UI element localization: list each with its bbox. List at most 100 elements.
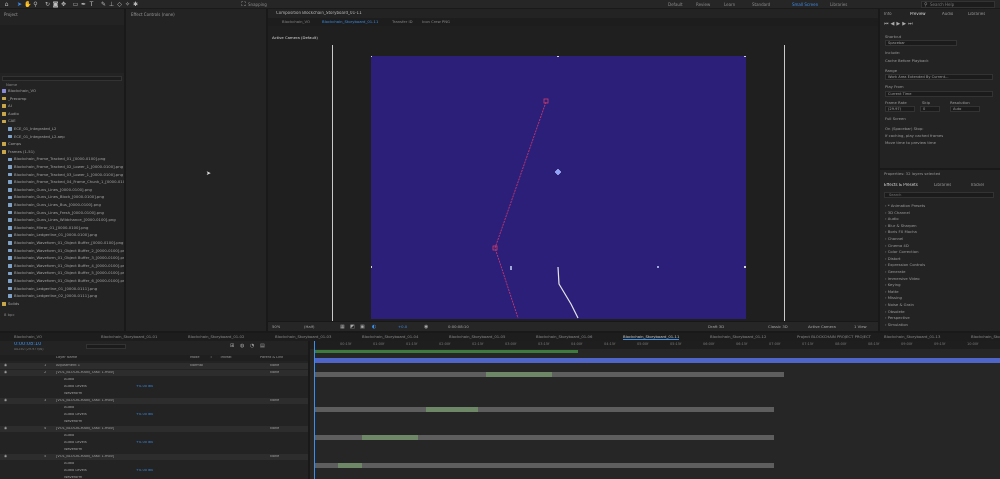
col-trkmat[interactable]: TrkMat	[220, 356, 232, 360]
project-tab[interactable]: Project	[4, 12, 18, 17]
puppet-pin-icon[interactable]: ✱	[132, 1, 139, 8]
draft-3d-icon[interactable]: ◍	[240, 343, 244, 349]
playback-controls[interactable]: ⏮◀▶▶⏭	[884, 21, 915, 27]
layer-handle[interactable]	[510, 266, 512, 270]
timeline-tab[interactable]: Blockchain_Storyboard_01-03	[275, 334, 331, 339]
bounding-handle[interactable]	[744, 266, 746, 268]
layer-name[interactable]: Waveform	[64, 420, 82, 424]
frame-rate-select[interactable]: (29.97)	[885, 106, 915, 112]
effect-controls-tab[interactable]: Effect Controls (none)	[131, 12, 175, 17]
layer-property-row[interactable]: Audio Levels +0.00 dB	[0, 384, 308, 390]
viewer-tab-transfer[interactable]: Transfer ID	[392, 20, 413, 24]
pen-tool-icon[interactable]: ✒	[80, 1, 87, 8]
tab-preview[interactable]: Preview	[910, 12, 926, 16]
project-item[interactable]: Blockchain_Guns_Lines_Bus_[0000-0100].pn…	[8, 202, 126, 208]
visibility-icon[interactable]: ◉	[4, 363, 7, 367]
home-icon[interactable]: ⌂	[3, 1, 10, 8]
effect-category[interactable]: › Distort	[885, 256, 901, 261]
project-item[interactable]: Blockchain_Guns_Lines_[0000-0100].png	[8, 187, 126, 193]
play-from-select[interactable]: Current Time	[885, 91, 993, 97]
tab-tracker[interactable]: Tracker	[970, 183, 984, 187]
project-item[interactable]: Solids	[2, 301, 120, 307]
views-select[interactable]: 1 View	[854, 325, 867, 329]
layer-name[interactable]: Audio Levels	[64, 441, 87, 445]
layer-name[interactable]: Audio Levels	[64, 413, 87, 417]
snapshot-icon[interactable]: ◉	[424, 324, 428, 330]
layer-property-row[interactable]: Waveform	[0, 419, 308, 425]
project-item[interactable]: Blockchain_Frame_Tracked_01_[0000-0100].…	[8, 156, 126, 162]
snapping-icon[interactable]: ⛶	[240, 1, 247, 8]
brush-tool-icon[interactable]: ✎	[100, 1, 107, 8]
bounding-handle[interactable]	[557, 55, 559, 57]
col-t[interactable]: T	[210, 356, 212, 360]
project-item[interactable]: _Precomp	[2, 96, 120, 102]
project-item[interactable]: Blockchain_Waveform_01_Object Buffer_2_[…	[8, 248, 126, 254]
parent-select[interactable]: None	[270, 399, 279, 403]
effect-category[interactable]: › Simulation	[885, 322, 908, 327]
tab-info[interactable]: Info	[884, 12, 892, 16]
viewer-tab-icon-crew[interactable]: Icon Crew PNG	[422, 20, 450, 24]
channel-icon[interactable]: ◐	[372, 324, 376, 330]
zoom-tool-icon[interactable]: ⚲	[32, 1, 39, 8]
effect-category[interactable]: › Perspective	[885, 315, 910, 320]
viewer-tab-storyboard[interactable]: Blockchain_Storyboard_01-11	[322, 20, 378, 24]
bounding-handle[interactable]	[370, 266, 372, 268]
guide-line-left[interactable]	[332, 45, 333, 321]
bounding-handle[interactable]	[370, 55, 372, 57]
layer-name[interactable]: Audio	[64, 406, 74, 410]
region-icon[interactable]: ▣	[360, 324, 365, 330]
layer-property-row[interactable]: Waveform	[0, 475, 308, 479]
workspace-default[interactable]: Default	[668, 2, 683, 7]
layer-property-row[interactable]: Audio Levels +0.00 dB	[0, 468, 308, 474]
camera-select[interactable]: Active Camera	[808, 325, 836, 329]
layer-row[interactable]: ◉ 2 [VOL_BLOCKCHAIN_TAKE 1.mov] None	[0, 370, 308, 376]
project-item[interactable]: Blockchain_Frame_Tracked_03_Lower_1_[000…	[8, 172, 126, 178]
project-item[interactable]: Blockchain_Ledgerline_01_[0000-0100].png	[8, 232, 126, 238]
workspace-libraries[interactable]: Libraries	[830, 2, 847, 7]
layer-name[interactable]: Adjustment 1	[56, 364, 80, 368]
layer-duration-bar[interactable]	[314, 463, 774, 468]
timeline-tab[interactable]: Project BLOCKCHAIN PROJECT PROJECT	[797, 334, 871, 339]
project-item[interactable]: Audio	[2, 111, 120, 117]
layer-property-row[interactable]: Waveform	[0, 391, 308, 397]
type-tool-icon[interactable]: T	[88, 1, 95, 8]
timeline-tab[interactable]: Blockchain_Storyboard_01-01	[101, 334, 157, 339]
effect-category[interactable]: › Cinema 4D	[885, 243, 909, 248]
resolution-select[interactable]: (Half)	[304, 325, 315, 329]
audio-level-value[interactable]: +0.00 dB	[136, 469, 153, 473]
project-search-input[interactable]	[2, 76, 122, 81]
layer-property-row[interactable]: Audio Levels +0.00 dB	[0, 440, 308, 446]
project-item[interactable]: Blockchain_Waveform_01_Object Buffer_3_[…	[8, 255, 126, 261]
current-time-indicator[interactable]	[314, 341, 315, 479]
parent-select[interactable]: None	[270, 371, 279, 375]
pan-behind-tool-icon[interactable]: ✥	[60, 1, 67, 8]
guide-line-right[interactable]	[784, 45, 785, 321]
motion-path[interactable]	[494, 101, 547, 319]
layer-duration-bar[interactable]	[338, 463, 362, 468]
layer-name[interactable]: [VOL_BLOCKCHAIN_TAKE 1.mov]	[56, 455, 114, 459]
effect-category[interactable]: › Keying	[885, 282, 900, 287]
project-item[interactable]: AI	[2, 103, 120, 109]
3d-view-select[interactable]: Classic 3D	[768, 325, 788, 329]
audio-level-value[interactable]: +0.00 dB	[136, 385, 153, 389]
layer-duration-bar[interactable]	[426, 407, 478, 412]
project-item[interactable]: Blockchain_Frame_Tracked_02_Lower_1_[000…	[8, 164, 126, 170]
layer-row[interactable]: ◉ 5 [VOL_BLOCKCHAIN_TAKE 1.mov] None	[0, 454, 308, 460]
audio-level-value[interactable]: +0.00 dB	[136, 441, 153, 445]
bounding-handle[interactable]	[744, 55, 746, 57]
zoom-select[interactable]: 50%	[272, 325, 280, 329]
layer-mode[interactable]: Normal	[190, 364, 203, 368]
anchor-point-icon[interactable]	[554, 168, 562, 176]
layer-property-row[interactable]: Audio	[0, 405, 308, 411]
graph-editor-icon[interactable]: ▤	[260, 343, 265, 349]
layer-property-row[interactable]: Audio	[0, 377, 308, 383]
shortcut-select[interactable]: Spacebar	[885, 40, 957, 46]
visibility-icon[interactable]: ◉	[4, 398, 7, 402]
effects-search-input[interactable]: Search	[884, 192, 994, 198]
project-item[interactable]: CAE	[2, 118, 120, 124]
effect-category[interactable]: › Color Correction	[885, 249, 919, 254]
layer-name[interactable]: [VOL_BLOCKCHAIN_TAKE 1.mov]	[56, 427, 114, 431]
audio-level-value[interactable]: +0.00 dB	[136, 413, 153, 417]
layer-name[interactable]: Audio	[64, 378, 74, 382]
layer-duration-bar[interactable]	[362, 435, 418, 440]
